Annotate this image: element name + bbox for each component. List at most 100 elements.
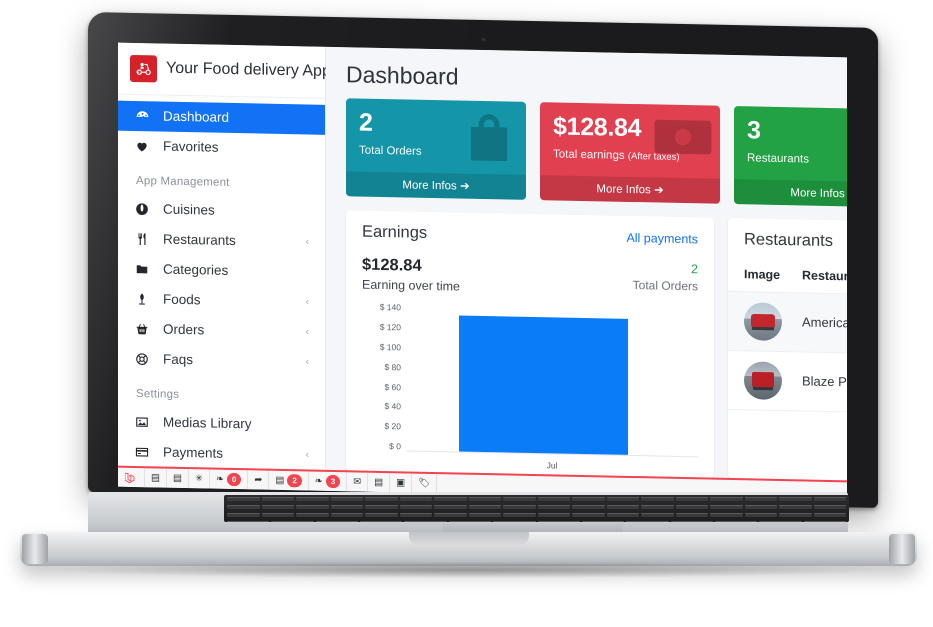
sidebar-item-favorites[interactable]: Favorites — [118, 131, 325, 165]
messages-icon: ▤ — [172, 472, 182, 484]
debugbar-badge: 0 — [226, 472, 242, 487]
debugbar-view-icon[interactable]: ▤ — [368, 472, 391, 493]
debugbar-exceptions-icon[interactable]: ✳ — [188, 469, 210, 489]
earnings-orders-count: 2 — [691, 262, 698, 277]
sidebar-item-medias-library[interactable]: Medias Library — [118, 407, 325, 441]
sidebar-item-cuisines[interactable]: Cuisines — [118, 194, 325, 228]
leaf-icon: ❧ — [215, 473, 224, 485]
sidebar-item-label: Foods — [163, 291, 201, 308]
laptop-base — [20, 492, 917, 578]
restaurants-panel: Restaurants Image Restaurant America's B… — [728, 218, 847, 484]
sidebar-item-label: Restaurants — [163, 231, 236, 249]
sidebar-item-foods[interactable]: Foods ‹ — [118, 284, 325, 318]
dashboard-icon: ▤ — [151, 472, 160, 484]
y-tick: $ 140 — [379, 302, 401, 313]
debugbar-views[interactable]: ❧ 0 — [209, 469, 249, 490]
stat-value: $128.84 — [553, 112, 642, 143]
more-infos-button[interactable]: More Infos ➔ — [734, 179, 847, 208]
chevron-left-icon: ‹ — [305, 236, 309, 248]
globe-icon — [134, 202, 150, 216]
column-header-image: Image — [728, 261, 792, 293]
earnings-panel-header: Earnings All payments — [362, 223, 698, 249]
stat-card-restaurants[interactable]: 3 Restaurants More Infos ➔ — [734, 106, 847, 208]
session-icon: ▣ — [396, 477, 406, 489]
laptop-shadow — [60, 562, 877, 578]
sidebar-section-app-management: App Management — [136, 174, 230, 189]
sidebar-item-faqs[interactable]: Faqs ‹ — [118, 344, 325, 378]
restaurants-table: Image Restaurant America's Blaze Pizza — [728, 261, 847, 416]
arrow-circle-right-icon: ➔ — [653, 184, 664, 197]
sidebar-item-payments[interactable]: Payments ‹ — [118, 437, 325, 470]
screenshot-stage: Your Food delivery App Dashboard Favorit… — [0, 0, 933, 627]
stat-value: 3 — [747, 116, 761, 145]
earnings-amount: $128.84 — [362, 255, 422, 276]
restaurant-thumbnail — [744, 361, 782, 401]
sidebar-item-categories[interactable]: Categories — [118, 254, 325, 288]
debugbar-models[interactable]: ❧ 3 — [308, 471, 348, 492]
y-tick: $ 0 — [389, 441, 401, 452]
sidebar-item-restaurants[interactable]: Restaurants ‹ — [118, 224, 325, 258]
speedometer-icon — [134, 108, 150, 123]
laptop-open-notch — [408, 532, 529, 545]
stat-card-total-earnings[interactable]: $128.84 Total earnings (After taxes) Mor… — [540, 102, 720, 205]
database-icon: ▤ — [275, 474, 285, 487]
brand-header: Your Food delivery App — [118, 42, 331, 99]
stat-label: Restaurants — [747, 153, 847, 168]
lifebuoy-icon — [134, 352, 150, 366]
earnings-orders-caption: Total Orders — [632, 278, 698, 294]
earnings-amount-block: $128.84 Earning over time — [362, 256, 460, 294]
more-infos-button[interactable]: More Infos ➔ — [346, 171, 526, 201]
stat-card-body: 2 Total Orders — [346, 98, 526, 175]
more-infos-button[interactable]: More Infos ➔ — [540, 175, 720, 205]
y-tick: $ 100 — [379, 341, 401, 353]
y-tick: $ 40 — [384, 401, 401, 412]
laravel-icon[interactable] — [118, 467, 145, 488]
stat-label-text: Total Orders — [359, 144, 422, 159]
debugbar-queries[interactable]: ▤ 2 — [269, 470, 309, 491]
restaurants-title: Restaurants — [744, 230, 833, 251]
sidebar-item-label: Favorites — [163, 138, 219, 156]
debugbar-dashboard-icon[interactable]: ▤ — [145, 468, 167, 488]
earnings-panel: Earnings All payments $128.84 Earning ov… — [346, 210, 714, 478]
earnings-caption: Earning over time — [362, 277, 460, 294]
stat-card-total-orders[interactable]: 2 Total Orders More Infos ➔ — [346, 98, 526, 201]
chart-bar-jul[interactable] — [458, 315, 628, 455]
main-content: Dashboard 2 Total Orders More Infos ➔ $1… — [326, 46, 847, 489]
sidebar-item-label: Dashboard — [163, 108, 230, 126]
sidebar-item-label: Faqs — [163, 351, 194, 368]
stat-card-body: $128.84 Total earnings (After taxes) — [540, 102, 720, 179]
restaurant-name: America's Incredible Pizza Company — [802, 314, 847, 333]
sidebar-item-orders[interactable]: Orders ‹ — [118, 314, 325, 348]
debugbar-route-icon[interactable]: ➦ — [248, 470, 270, 490]
restaurant-name: Blaze Pizza — [802, 373, 847, 390]
stat-label-text: Restaurants — [747, 152, 810, 166]
sidebar-nav: Dashboard Favorites App Management Cuisi… — [118, 95, 325, 470]
y-tick: $ 60 — [384, 381, 401, 392]
chevron-left-icon: ‹ — [305, 296, 309, 308]
keyboard-row — [224, 503, 849, 511]
all-payments-link[interactable]: All payments — [626, 231, 698, 246]
stat-cards: 2 Total Orders More Infos ➔ $128.84 Tota… — [326, 96, 847, 215]
sidebar-item-dashboard[interactable]: Dashboard — [118, 100, 325, 135]
x-tick: Jul — [546, 460, 558, 471]
keyboard-row — [224, 495, 849, 503]
sidebar-section-settings: Settings — [136, 387, 180, 401]
restaurant-thumbnail — [744, 302, 782, 342]
debugbar-tag-icon[interactable]: 🏷 — [412, 473, 438, 494]
table-row[interactable]: Blaze Pizza — [728, 350, 847, 416]
basket-icon — [134, 322, 150, 336]
chevron-left-icon: ‹ — [305, 326, 309, 338]
earnings-bar-chart: $ 140 $ 120 $ 100 $ 80 $ 60 $ 40 $ 20 $ … — [362, 300, 698, 477]
brand-name: Your Food delivery App — [166, 60, 331, 81]
debugbar-messages-icon[interactable]: ▤ — [166, 468, 189, 489]
debugbar-session-icon[interactable]: ▣ — [390, 473, 413, 493]
restaurant-image-cell — [728, 350, 792, 411]
debugbar-mail-icon[interactable]: ✉ — [347, 472, 369, 492]
stat-sub-label: (After taxes) — [627, 151, 680, 164]
restaurant-name-cell: Blaze Pizza — [792, 351, 847, 416]
restaurant-photo-shape — [751, 314, 775, 328]
chevron-left-icon: ‹ — [305, 449, 309, 461]
y-tick: $ 120 — [379, 321, 401, 333]
table-row[interactable]: America's Incredible Pizza Company — [728, 291, 847, 357]
chart-plot: Jul — [406, 301, 698, 474]
